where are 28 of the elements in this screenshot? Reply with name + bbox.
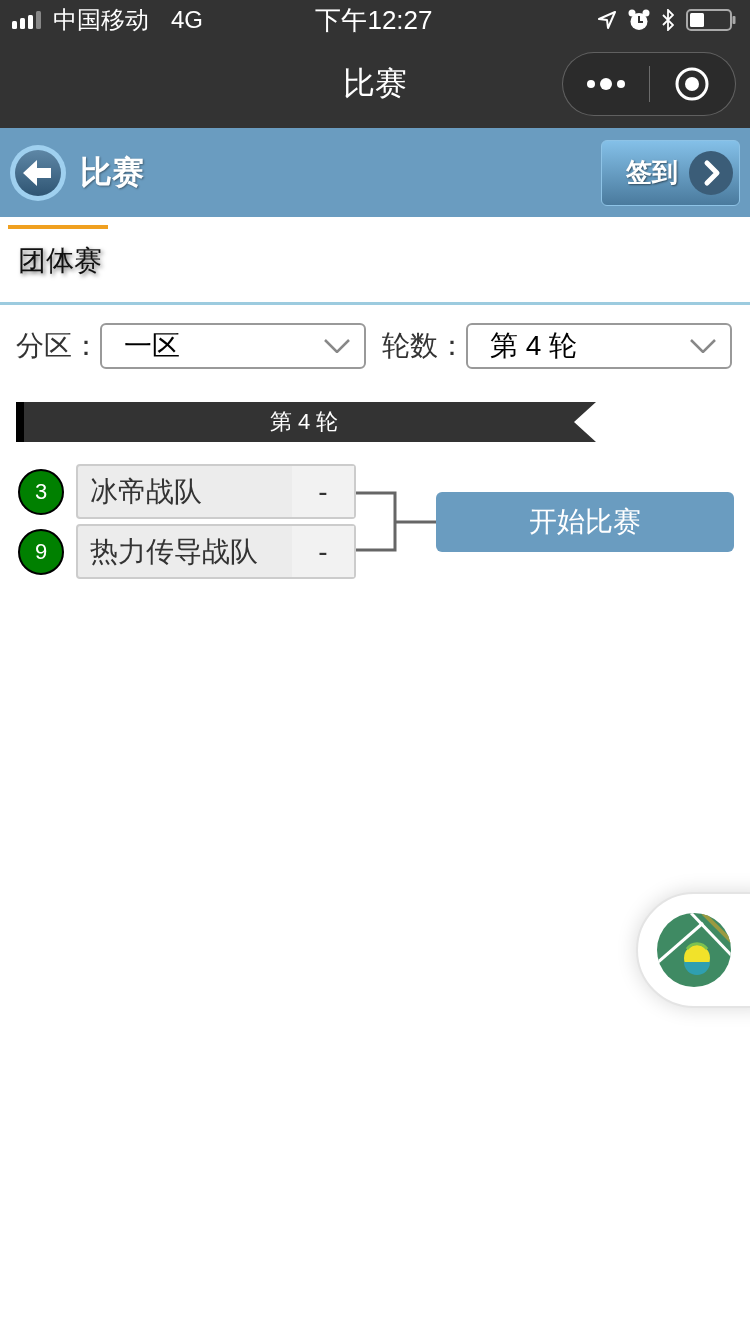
status-time: 下午12:27 xyxy=(315,3,433,37)
chevron-down-icon xyxy=(324,339,350,353)
team-score: - xyxy=(292,526,354,577)
tab[interactable]: 团体赛 xyxy=(8,225,108,279)
network-type: 4G xyxy=(171,6,203,34)
floating-logo-button[interactable] xyxy=(636,892,750,1008)
chevron-right-icon xyxy=(689,150,733,195)
location-arrow-icon xyxy=(598,11,616,29)
round-banner: 第 4 轮 xyxy=(16,402,596,442)
bluetooth-icon xyxy=(662,9,674,31)
page-title: 比赛 xyxy=(80,152,144,192)
seed-badge: 3 xyxy=(18,468,64,515)
signal-icon xyxy=(12,11,44,29)
chevron-down-icon xyxy=(690,339,716,353)
team-name: 热力传导战队 xyxy=(89,535,259,569)
alarm-clock-icon xyxy=(628,9,650,31)
target-icon[interactable] xyxy=(675,67,710,101)
more-dots-icon[interactable] xyxy=(585,77,626,91)
nav-title: 比赛 xyxy=(343,64,407,103)
dropdown-field[interactable]: 第 4 轮 xyxy=(466,323,732,369)
seed-badge: 9 xyxy=(18,528,64,575)
team-name: 冰帝战队 xyxy=(89,475,203,509)
filter-label: 轮数： xyxy=(382,329,466,363)
filter-label: 分区： xyxy=(16,329,100,363)
team-score: - xyxy=(292,466,354,517)
battery-icon xyxy=(686,9,736,31)
dropdown-field[interactable]: 一区 xyxy=(100,323,366,369)
carrier-name: 中国移动 xyxy=(53,5,149,35)
